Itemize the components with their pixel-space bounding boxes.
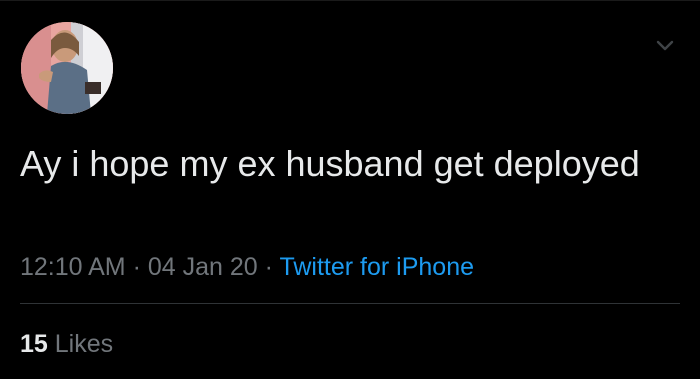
likes-count: 15 (20, 330, 48, 358)
meta-separator: · (132, 253, 141, 281)
chevron-down-icon[interactable] (654, 38, 676, 54)
meta-separator: · (264, 253, 273, 281)
tweet-text: Ay i hope my ex husband get deployed (20, 143, 640, 184)
top-divider (0, 0, 700, 1)
tweet-source-link[interactable]: Twitter for iPhone (279, 253, 474, 281)
divider (20, 303, 680, 304)
likes-label: Likes (54, 330, 114, 358)
avatar-photo (21, 22, 113, 114)
avatar[interactable] (21, 22, 113, 114)
tweet-detail: Ay i hope my ex husband get deployed 12:… (0, 0, 700, 379)
likes-stat[interactable]: 15 Likes (20, 328, 113, 360)
tweet-date[interactable]: 04 Jan 20 (148, 253, 258, 281)
tweet-time[interactable]: 12:10 AM (20, 253, 126, 281)
tweet-meta: 12:10 AM · 04 Jan 20 · Twitter for iPhon… (20, 251, 474, 283)
